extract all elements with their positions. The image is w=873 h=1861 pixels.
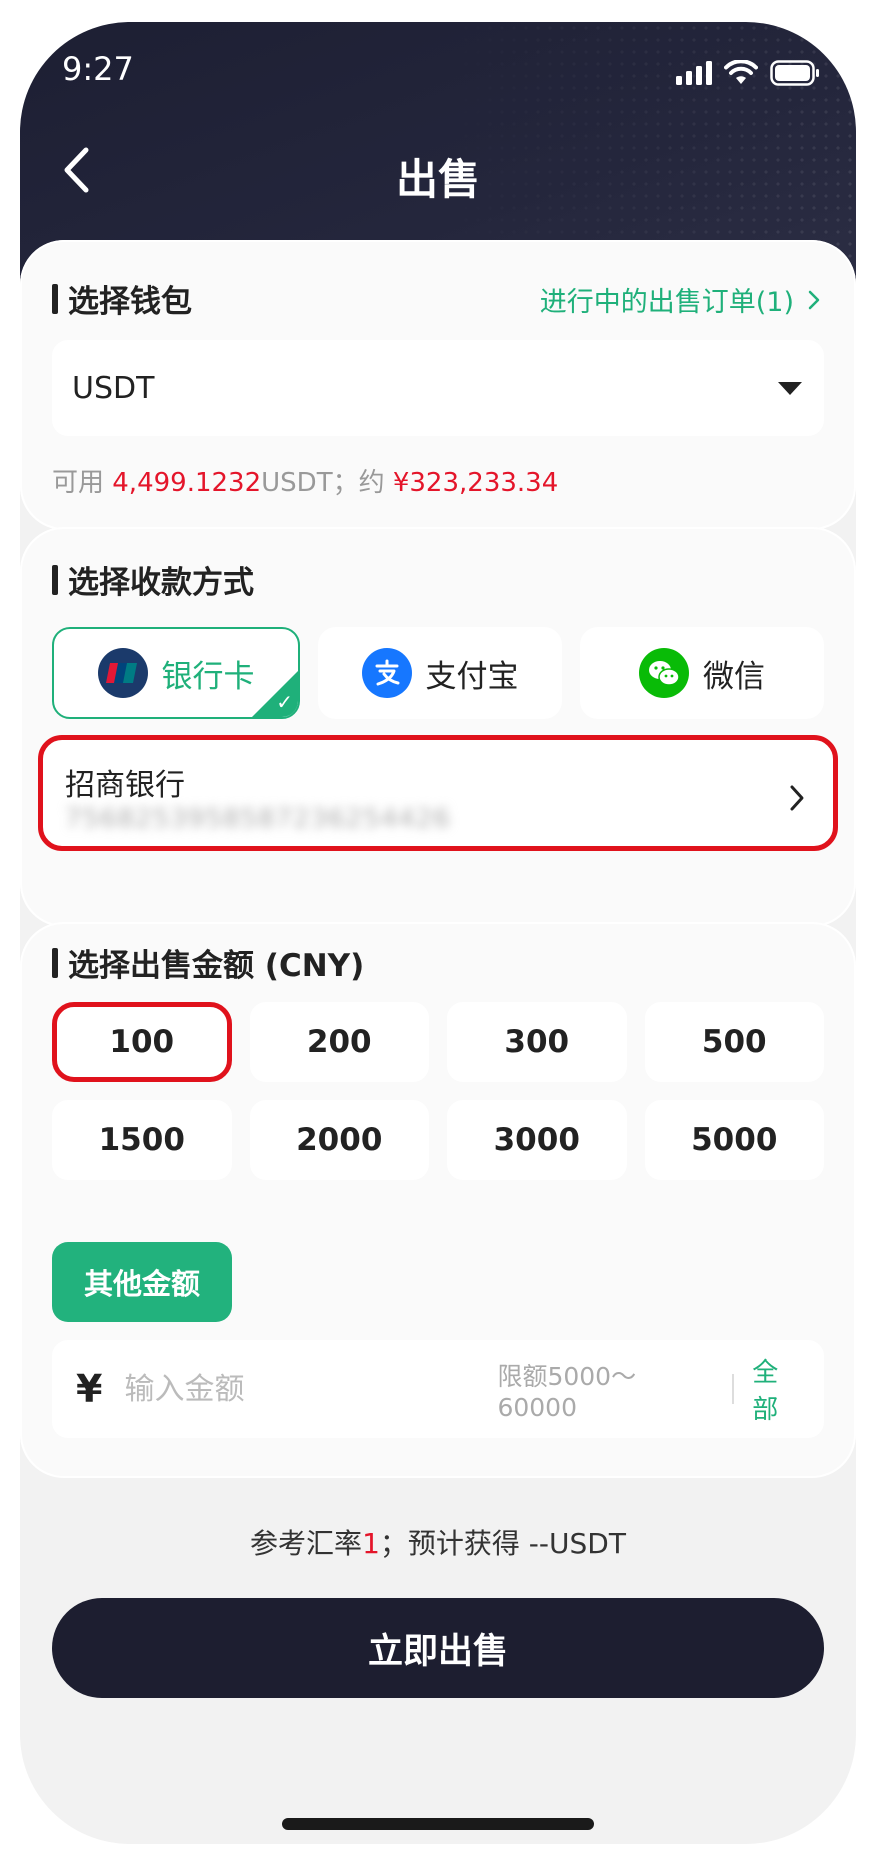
unionpay-icon — [97, 648, 148, 698]
amount-option[interactable]: 300 — [447, 1002, 627, 1082]
balance-amount: 4,499.1232 — [112, 468, 262, 498]
amount-option[interactable]: 2000 — [249, 1100, 429, 1180]
wallet-section-title: 选择钱包 — [52, 276, 192, 321]
all-amount-button[interactable]: 全部 — [752, 1352, 804, 1426]
balance-cny: ¥323,233.34 — [392, 468, 559, 498]
amount-section-title: 选择出售金额 (CNY) — [52, 940, 364, 985]
balance-prefix: 可用 — [52, 468, 113, 498]
currency-symbol: ¥ — [76, 1367, 103, 1411]
amount-input[interactable] — [124, 1371, 498, 1407]
payment-method-label: 微信 — [703, 658, 765, 695]
amount-input-row: ¥ 限额5000～60000 全部 — [52, 1340, 824, 1438]
payment-method-alipay[interactable]: 支付宝 — [318, 627, 562, 719]
amount-card: 选择出售金额 (CNY) 100 200 300 500 1500 2000 3… — [20, 922, 856, 1478]
payment-section-label: 选择收款方式 — [68, 565, 254, 601]
alipay-icon — [361, 648, 412, 698]
title-bar-marker — [52, 283, 58, 314]
wifi-icon — [724, 60, 758, 84]
ongoing-orders-label: 进行中的出售订单(1) — [539, 287, 794, 318]
payment-method-wechat[interactable]: 微信 — [580, 627, 824, 719]
wallet-dropdown[interactable]: USDT — [52, 340, 824, 436]
wallet-selected-value: USDT — [72, 370, 155, 406]
payment-methods: 银行卡 ✓ 支付宝 微信 — [52, 627, 824, 719]
balance-line: 可用 4,499.1232USDT；约 ¥323,233.34 — [52, 462, 558, 499]
amount-option[interactable]: 1500 — [52, 1100, 232, 1180]
ongoing-orders-link[interactable]: 进行中的出售订单(1) — [540, 280, 820, 319]
title-bar-marker — [52, 564, 58, 595]
phone-screen: 9:27 出售 选择钱包 进行中的出售订单(1) USDT 可用 4,499.1… — [20, 22, 856, 1844]
balance-unit: USDT；约 — [261, 468, 393, 498]
chevron-right-icon — [808, 290, 820, 309]
rate-suffix: ；预计获得 --USDT — [379, 1527, 626, 1560]
wechat-icon — [639, 648, 689, 698]
page-title: 出售 — [395, 155, 480, 204]
status-icons — [676, 60, 820, 86]
wallet-section-label: 选择钱包 — [68, 284, 192, 320]
home-indicator — [282, 1818, 594, 1830]
battery-icon — [770, 60, 819, 86]
amount-option[interactable]: 200 — [249, 1002, 429, 1082]
sell-now-button[interactable]: 立即出售 — [52, 1598, 824, 1698]
rate-prefix: 参考汇率 — [250, 1527, 363, 1560]
other-amount-button[interactable]: 其他金额 — [52, 1242, 232, 1322]
bank-account-number: 7568253958587236254426 — [65, 804, 451, 834]
amount-option[interactable]: 5000 — [644, 1100, 824, 1180]
signal-icon — [676, 61, 712, 85]
chevron-right-icon — [790, 785, 804, 811]
caret-down-icon — [778, 381, 802, 395]
title-bar-marker — [52, 947, 58, 978]
payment-section-title: 选择收款方式 — [52, 557, 254, 602]
bank-name: 招商银行 — [65, 768, 185, 803]
amount-option[interactable]: 100 — [52, 1002, 232, 1082]
payment-method-label: 银行卡 — [161, 658, 255, 695]
amount-section-label: 选择出售金额 (CNY) — [68, 948, 365, 984]
wallet-card: 选择钱包 进行中的出售订单(1) USDT 可用 4,499.1232USDT；… — [20, 240, 856, 530]
check-icon: ✓ — [276, 690, 293, 714]
bank-account-selector[interactable]: 招商银行 7568253958587236254426 — [38, 735, 838, 851]
status-time: 9:27 — [62, 50, 134, 88]
rate-value: 1 — [362, 1527, 380, 1560]
amount-option[interactable]: 500 — [644, 1002, 824, 1082]
rate-line: 参考汇率1；预计获得 --USDT — [20, 1522, 856, 1562]
amount-option[interactable]: 3000 — [447, 1100, 627, 1180]
divider — [732, 1374, 735, 1404]
payment-method-label: 支付宝 — [425, 658, 519, 695]
payment-card: 选择收款方式 银行卡 ✓ 支付宝 微信 招商银行 756825395858723… — [20, 527, 856, 927]
amount-options: 100 200 300 500 1500 2000 3000 5000 — [52, 1002, 824, 1180]
amount-limit: 限额5000～60000 — [497, 1361, 637, 1422]
payment-method-bank-card[interactable]: 银行卡 ✓ — [52, 627, 300, 719]
